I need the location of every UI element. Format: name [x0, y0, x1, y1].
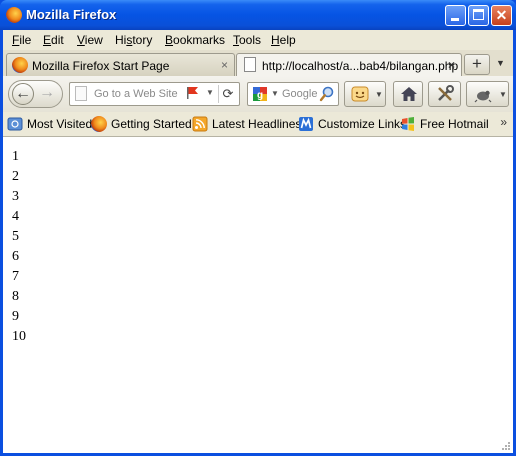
search-bar[interactable]: g ▼	[247, 82, 339, 106]
menu-tools[interactable]: Tools	[233, 33, 261, 47]
forward-button[interactable]: →	[39, 84, 55, 102]
tools-icon	[438, 85, 454, 101]
number-list: 1 2 3 4 5 6 7 8 9 10	[12, 147, 26, 347]
chevron-down-icon: ▼	[499, 90, 507, 99]
list-item: 2	[12, 169, 19, 184]
list-item: 6	[12, 249, 19, 264]
url-input[interactable]	[94, 85, 180, 103]
list-item: 7	[12, 269, 19, 284]
bookmark-most-visited[interactable]: Most Visited	[7, 116, 92, 132]
bookmarks-overflow-button[interactable]: »	[500, 115, 507, 129]
menu-bookmarks[interactable]: Bookmarks	[165, 33, 225, 47]
google-icon[interactable]: g	[252, 86, 268, 102]
tab-close-icon[interactable]: ×	[221, 58, 228, 72]
back-button[interactable]: ←	[12, 83, 34, 105]
tools-button[interactable]	[428, 81, 461, 107]
window-title: Mozilla Firefox	[26, 7, 117, 22]
menu-view[interactable]: View	[77, 33, 103, 47]
back-arrow-icon: ←	[15, 85, 31, 102]
bookmark-latest-headlines[interactable]: Latest Headlines	[192, 116, 301, 132]
menu-edit[interactable]: Edit	[43, 33, 64, 47]
tab-bilangan[interactable]: http://localhost/a...bab4/bilangan.php ×	[236, 53, 462, 77]
list-item: 1	[12, 149, 19, 164]
title-bar[interactable]: Mozilla Firefox ✕	[0, 0, 516, 30]
windows-flag-icon	[402, 117, 414, 131]
persona-button[interactable]: ▼	[344, 81, 386, 107]
tab-start-page[interactable]: Mozilla Firefox Start Page ×	[6, 53, 235, 76]
list-item: 9	[12, 309, 19, 324]
bookmark-flag-icon[interactable]	[186, 86, 200, 100]
home-icon	[401, 87, 417, 101]
maximize-button[interactable]	[468, 5, 489, 26]
search-input[interactable]	[282, 85, 318, 103]
smiley-icon	[351, 86, 369, 102]
close-button[interactable]: ✕	[491, 5, 512, 26]
firefox-icon	[12, 57, 28, 73]
list-item: 10	[12, 329, 26, 344]
magnifier-icon[interactable]	[319, 85, 335, 103]
tab-label: Mozilla Firefox Start Page	[32, 59, 170, 73]
menu-history[interactable]: History	[115, 33, 152, 47]
resize-grip-icon[interactable]	[501, 441, 511, 451]
browser-client: File Edit View History Bookmarks Tools H…	[3, 30, 513, 453]
list-item: 5	[12, 229, 19, 244]
list-item: 8	[12, 289, 19, 304]
page-content: 1 2 3 4 5 6 7 8 9 10	[3, 137, 513, 453]
chevron-down-icon: ▼	[375, 90, 383, 99]
tab-label: http://localhost/a...bab4/bilangan.php	[262, 59, 459, 73]
svg-text:g: g	[257, 90, 263, 101]
msn-icon	[299, 117, 313, 131]
minimize-button[interactable]	[445, 5, 466, 26]
page-icon	[244, 57, 256, 72]
site-identity-icon	[75, 86, 87, 101]
menu-file[interactable]: File	[12, 33, 31, 47]
home-button[interactable]	[393, 81, 423, 107]
url-bar[interactable]: ▼ ⟳	[69, 82, 240, 106]
url-dropdown-icon[interactable]: ▼	[206, 88, 214, 97]
list-item: 3	[12, 189, 19, 204]
folder-icon	[7, 117, 23, 131]
menu-bar: File Edit View History Bookmarks Tools H…	[3, 30, 513, 50]
rss-icon	[192, 116, 208, 132]
browser-window: Mozilla Firefox ✕ File Edit View History…	[0, 0, 516, 456]
tab-list-icon[interactable]: ▼	[496, 58, 505, 68]
back-forward-group: ← →	[8, 80, 63, 108]
bookmark-customize-links[interactable]: Customize Links	[298, 116, 406, 132]
reload-button[interactable]: ⟳	[218, 85, 237, 103]
maximize-icon	[473, 9, 484, 20]
navigation-toolbar: ← → ▼ ⟳ g	[3, 76, 513, 112]
addon-button[interactable]: ▼	[466, 81, 509, 107]
tab-bar: Mozilla Firefox Start Page × http://loca…	[3, 50, 513, 77]
bookmarks-toolbar: Most Visited Getting Started Latest Head…	[3, 112, 513, 137]
firefox-icon	[6, 7, 22, 23]
minimize-icon	[451, 18, 459, 21]
bookmark-getting-started[interactable]: Getting Started	[91, 116, 192, 132]
close-icon: ✕	[495, 7, 508, 23]
list-item: 4	[12, 209, 19, 224]
search-engine-dropdown-icon[interactable]: ▼	[271, 89, 279, 98]
tab-close-icon[interactable]: ×	[448, 58, 455, 72]
bookmark-free-hotmail[interactable]: Free Hotmail	[400, 116, 490, 132]
bug-icon	[474, 90, 492, 103]
menu-help[interactable]: Help	[271, 33, 296, 47]
new-tab-button[interactable]: +	[464, 54, 490, 75]
firefox-icon	[91, 116, 107, 132]
